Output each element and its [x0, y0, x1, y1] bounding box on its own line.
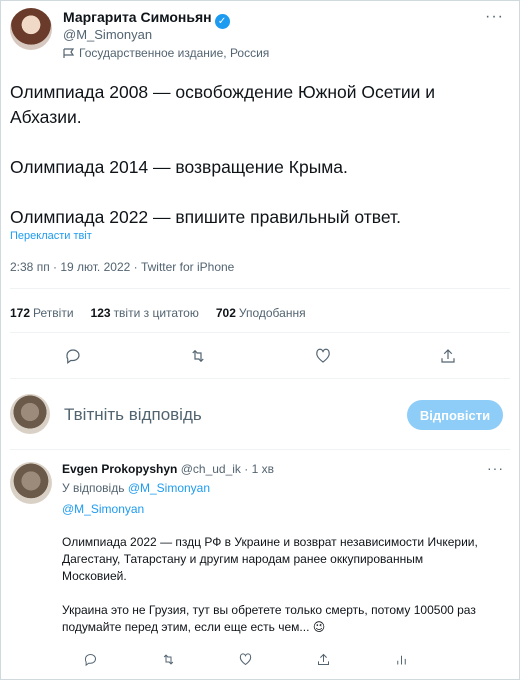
reply-author-row: Evgen Prokopyshyn @ch_ud_ik · 1 хв	[62, 462, 274, 476]
tweet-paragraph: Олимпиада 2008 — освобождение Южной Осет…	[10, 82, 436, 127]
tweet-paragraph: Олимпиада 2022 — впишите правильный отве…	[10, 207, 401, 227]
reply-paragraph: Украина это не Грузия, тут вы обретете т…	[62, 603, 476, 634]
share-icon[interactable]	[313, 648, 335, 670]
like-icon[interactable]	[235, 648, 257, 670]
tweet-meta[interactable]: 2:38 пп · 19 лют. 2022 · Twitter for iPh…	[10, 260, 234, 274]
divider	[10, 332, 510, 333]
state-media-flag-icon	[63, 48, 75, 58]
state-media-label[interactable]: Государственное издание, Россия	[63, 46, 269, 60]
tweet-stats: 172 Ретвіти 123 твіти з цитатою 702 Уподоба…	[10, 306, 306, 320]
reply-icon[interactable]	[62, 345, 84, 367]
author-name[interactable]: Маргарита Симоньян	[63, 9, 212, 25]
state-media-label-text: Государственное издание, Россия	[79, 46, 270, 60]
reply-composer-input[interactable]: Твітніть відповідь	[64, 405, 202, 425]
more-dots-icon[interactable]: ···	[485, 8, 504, 26]
reply-author-avatar[interactable]	[10, 462, 52, 504]
reply-author-name[interactable]: Evgen Prokopyshyn	[62, 462, 177, 476]
divider	[10, 288, 510, 289]
tweet-actions	[10, 345, 510, 367]
composer-avatar[interactable]	[10, 394, 50, 434]
author-avatar[interactable]	[10, 8, 52, 50]
analytics-icon[interactable]	[390, 648, 412, 670]
verified-badge-icon: ✓	[214, 14, 230, 29]
reply-icon[interactable]	[80, 648, 102, 670]
like-icon[interactable]	[312, 345, 334, 367]
replying-to-handle[interactable]: @M_Simonyan	[128, 481, 210, 495]
reply-author-handle[interactable]: @ch_ud_ik	[181, 462, 241, 476]
reply-button[interactable]: Відповісти	[407, 400, 503, 430]
author-handle[interactable]: @M_Simonyan	[63, 27, 152, 42]
tweet-text: Олимпиада 2008 — освобождение Южной Осет…	[10, 80, 510, 255]
reply-text: Олимпиада 2022 — пздц РФ в Украине и воз…	[62, 534, 482, 653]
tweet-paragraph: Олимпиада 2014 — возвращение Крыма.	[10, 157, 348, 177]
quote-tweets-stat[interactable]: 123 твіти з цитатою	[91, 306, 199, 320]
retweets-stat[interactable]: 172 Ретвіти	[10, 306, 74, 320]
share-icon[interactable]	[437, 345, 459, 367]
reply-mention[interactable]: @M_Simonyan	[62, 502, 144, 516]
retweet-icon[interactable]	[187, 345, 209, 367]
reply-actions	[52, 648, 440, 670]
replying-to-prefix: У відповідь	[62, 481, 125, 495]
reply-time[interactable]: · 1 хв	[244, 462, 274, 476]
likes-stat[interactable]: 702 Уподобання	[216, 306, 306, 320]
replying-to: У відповідь @M_Simonyan	[62, 481, 210, 495]
reply-paragraph: Олимпиада 2022 — пздц РФ в Украине и воз…	[62, 535, 478, 583]
translate-link[interactable]: Перекласти твіт	[10, 230, 92, 242]
reply-more-dots-icon[interactable]: ···	[487, 460, 504, 476]
author-name-row[interactable]: Маргарита Симоньян ✓	[63, 9, 230, 29]
retweet-icon[interactable]	[157, 648, 179, 670]
divider	[10, 378, 510, 379]
divider	[10, 449, 510, 450]
